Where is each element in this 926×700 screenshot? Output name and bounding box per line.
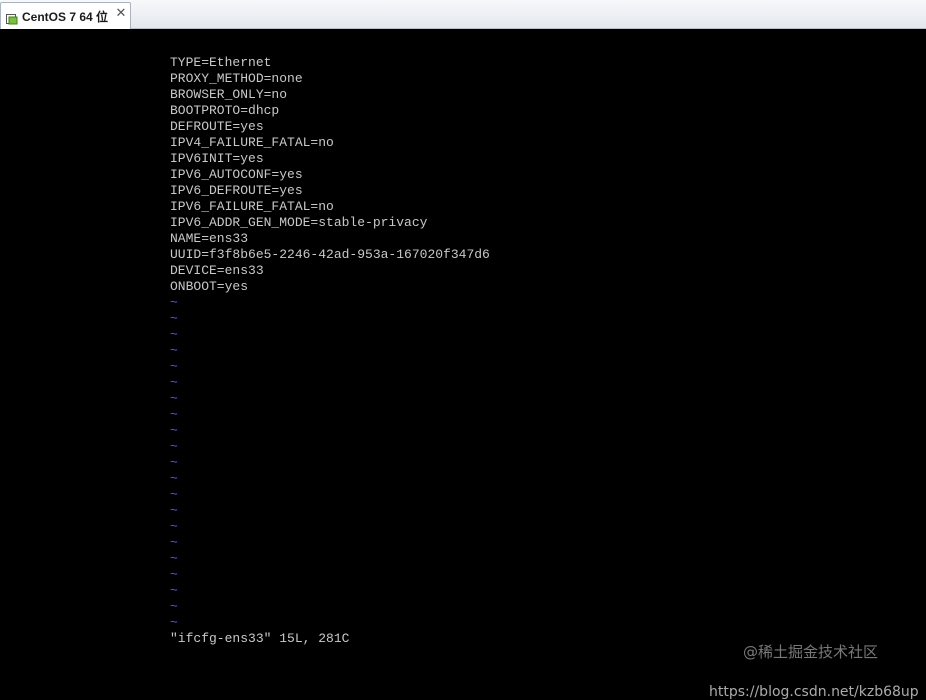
file-line: DEVICE=ens33 [170, 263, 264, 278]
watermark-site: @稀土掘金技术社区 [743, 643, 879, 661]
tab-title: CentOS 7 64 位 [22, 10, 109, 24]
tilde-marker: ~ [170, 471, 178, 486]
file-line: IPV6_AUTOCONF=yes [170, 167, 303, 182]
file-content: TYPE=Ethernet PROXY_METHOD=none BROWSER_… [170, 55, 490, 295]
file-line: PROXY_METHOD=none [170, 71, 303, 86]
tilde-marker: ~ [170, 439, 178, 454]
tab-centos-vm[interactable]: CentOS 7 64 位 ✕ [0, 2, 131, 29]
tilde-marker: ~ [170, 343, 178, 358]
close-icon[interactable]: ✕ [114, 6, 128, 22]
tilde-marker: ~ [170, 503, 178, 518]
tilde-marker: ~ [170, 407, 178, 422]
file-line: NAME=ens33 [170, 231, 249, 246]
file-line: UUID=f3f8b6e5-2246-42ad-953a-167020f347d… [170, 247, 490, 262]
tilde-marker: ~ [170, 535, 178, 550]
status-line: "ifcfg-ens33" 15L, 281C [170, 631, 350, 646]
tilde-marker: ~ [170, 567, 178, 582]
file-line: IPV6INIT=yes [170, 151, 264, 166]
file-line: ONBOOT=yes [170, 279, 249, 294]
tilde-marker: ~ [170, 551, 178, 566]
file-line: IPV6_FAILURE_FATAL=no [170, 199, 334, 214]
file-line: IPV6_DEFROUTE=yes [170, 183, 303, 198]
vm-icon [6, 10, 18, 25]
tilde-marker: ~ [170, 295, 178, 310]
tilde-marker: ~ [170, 359, 178, 374]
empty-line-markers: ~ ~ ~ ~ ~ ~ ~ ~ ~ ~ ~ ~ ~ ~ ~ ~ ~ ~ ~ ~ ~ [170, 295, 178, 631]
tilde-marker: ~ [170, 391, 178, 406]
tilde-marker: ~ [170, 599, 178, 614]
vm-console[interactable]: TYPE=Ethernet PROXY_METHOD=none BROWSER_… [0, 29, 926, 700]
watermark-url: https://blog.csdn.net/kzb68up [709, 684, 919, 700]
tilde-marker: ~ [170, 423, 178, 438]
tilde-marker: ~ [170, 327, 178, 342]
file-line: BROWSER_ONLY=no [170, 87, 288, 102]
file-line: IPV6_ADDR_GEN_MODE=stable-privacy [170, 215, 428, 230]
tilde-marker: ~ [170, 311, 178, 326]
tilde-marker: ~ [170, 519, 178, 534]
tab-bar: CentOS 7 64 位 ✕ [0, 0, 926, 29]
tilde-marker: ~ [170, 375, 178, 390]
file-line: DEFROUTE=yes [170, 119, 264, 134]
file-line: TYPE=Ethernet [170, 55, 272, 70]
file-line: IPV4_FAILURE_FATAL=no [170, 135, 334, 150]
tilde-marker: ~ [170, 487, 178, 502]
file-line: BOOTPROTO=dhcp [170, 103, 280, 118]
tilde-marker: ~ [170, 615, 178, 630]
tilde-marker: ~ [170, 583, 178, 598]
tilde-marker: ~ [170, 455, 178, 470]
